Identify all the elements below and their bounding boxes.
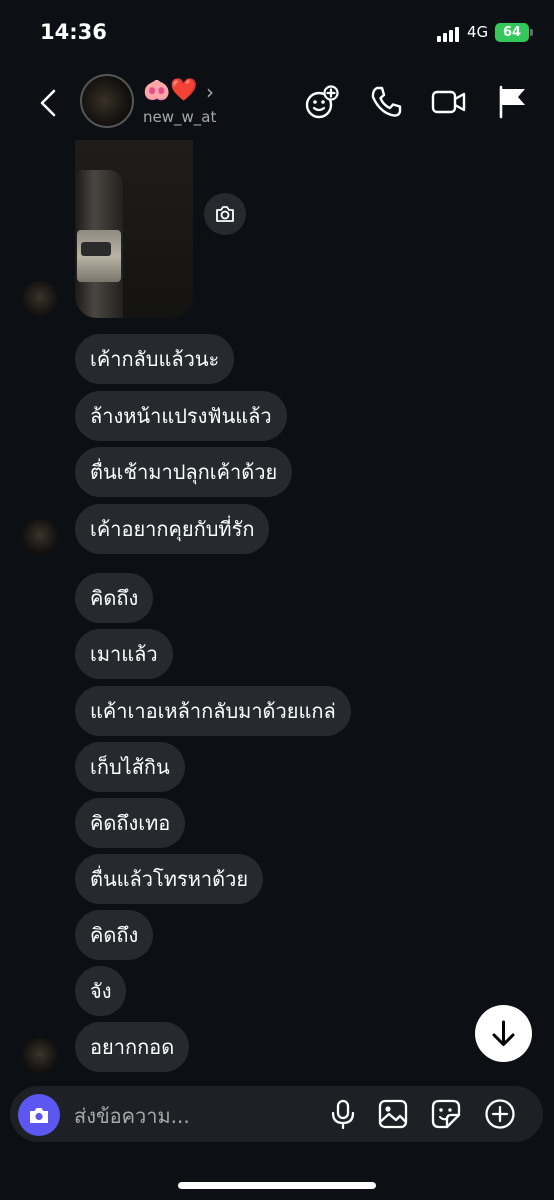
status-time: 14:36 [40,20,107,44]
contact-avatar[interactable] [80,74,134,128]
message-bubble[interactable]: เค้าอยากคุยกับที่รัก [75,504,270,554]
message-bubble[interactable]: อยากกอด [75,1022,190,1072]
sender-avatar[interactable] [22,519,58,555]
contact-username[interactable]: new_w_at [143,108,216,126]
message-bubble[interactable]: คิดถึง [75,910,154,960]
home-indicator[interactable] [178,1182,376,1189]
battery-tip [530,29,533,36]
message-bubble[interactable]: แค้าเาอเหล้ากลับมาด้วยแกล่ [75,686,351,736]
plus-icon[interactable] [484,1098,516,1130]
bottle-image [75,170,123,318]
camera-icon[interactable] [18,1094,60,1136]
sticker-icon[interactable] [430,1098,462,1130]
scroll-down-button[interactable] [475,1005,532,1062]
effects-icon[interactable] [304,84,340,120]
photo-message[interactable] [75,140,193,318]
bottle-label [77,230,121,282]
message-bubble[interactable]: เก็บไส้กิน [75,742,185,792]
message-bubble[interactable]: ตื่นเช้ามาปลุกเค้าด้วย [75,447,293,497]
message-thread[interactable]: เค้ากลับแล้วนะ ล้างหน้าแปรงฟันแล้ว ตื่นเ… [0,140,554,1084]
signal-icon [437,26,463,42]
microphone-icon[interactable] [327,1098,359,1130]
phone-icon[interactable] [368,84,404,120]
arrow-down-icon [492,1020,515,1046]
message-bubble[interactable]: คิดถึงเทอ [75,798,186,848]
battery-icon: 64 [495,23,529,42]
message-bubble[interactable]: เมาแล้ว [75,629,173,679]
contact-display-name[interactable]: 🐽❤️ [143,78,198,103]
network-type: 4G [467,23,489,41]
sender-avatar[interactable] [22,281,58,317]
gallery-icon[interactable] [377,1098,409,1130]
chat-header: 🐽❤️ › new_w_at [0,66,554,140]
message-bubble[interactable]: คิดถึง [75,573,154,623]
message-composer: ส่งข้อความ... [10,1086,543,1142]
message-input[interactable]: ส่งข้อความ... [74,1100,190,1132]
message-bubble[interactable]: ตื่นแล้วโทรหาด้วย [75,854,264,904]
status-bar: 14:36 4G 64 [0,0,554,66]
bottle-label-mark [81,242,111,256]
flag-icon[interactable] [495,84,531,120]
battery-level: 64 [502,25,522,40]
camera-reply-icon[interactable] [204,193,246,235]
back-arrow-icon[interactable] [34,88,64,118]
sender-avatar[interactable] [22,1038,58,1074]
message-bubble[interactable]: ล้างหน้าแปรงฟันแล้ว [75,391,287,441]
chevron-right-icon[interactable]: › [206,80,214,104]
message-bubble[interactable]: จัง [75,966,127,1016]
message-bubble[interactable]: เค้ากลับแล้วนะ [75,334,235,384]
video-camera-icon[interactable] [431,84,467,120]
